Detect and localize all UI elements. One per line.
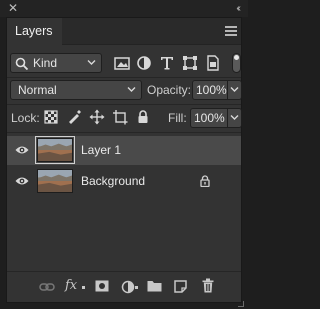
chevron-down-icon [230, 87, 239, 92]
chevron-down-icon [87, 60, 96, 65]
layer-name[interactable]: Background [81, 174, 145, 188]
resize-handle[interactable] [238, 301, 244, 307]
lock-artboard-icon[interactable] [112, 109, 128, 125]
collapse-panel-icon[interactable]: ‹‹ [236, 2, 240, 15]
window-titlebar: ✕ ‹‹ [0, 0, 248, 17]
filter-kind-label: Kind [33, 56, 58, 70]
layer-style-icon[interactable]: fx [65, 278, 77, 293]
new-layer-icon[interactable] [174, 280, 187, 293]
layer-name[interactable]: Layer 1 [81, 143, 121, 157]
filter-toggle[interactable] [232, 53, 241, 73]
blend-mode-value: Normal [18, 83, 57, 97]
layer-lock-icon[interactable] [200, 175, 210, 187]
group-folder-icon[interactable] [147, 280, 162, 292]
chevron-down-icon [230, 115, 239, 120]
layer-row[interactable]: Background [7, 167, 241, 196]
fill-label: Fill: [168, 111, 187, 125]
opacity-input[interactable]: 100% [192, 80, 228, 100]
lock-image-pixels-icon[interactable] [66, 109, 82, 125]
blend-mode-select[interactable]: Normal [10, 80, 142, 100]
panel-menu-icon[interactable] [225, 26, 237, 36]
image-filter-icon[interactable] [113, 54, 131, 72]
opacity-dropdown[interactable] [228, 80, 242, 100]
lock-transparent-pixels-icon[interactable] [43, 109, 59, 125]
divider [7, 104, 241, 105]
fill-dropdown[interactable] [228, 108, 242, 128]
trash-icon[interactable] [202, 278, 214, 293]
blend-row: Normal Opacity: 100% [7, 79, 242, 101]
lock-all-icon[interactable] [135, 109, 151, 125]
dropdown-indicator-icon [82, 286, 85, 289]
dropdown-indicator-icon [135, 286, 138, 289]
opacity-label: Opacity: [147, 83, 192, 97]
adjustment-layer-icon[interactable] [121, 280, 135, 294]
layers-list: Layer 1 Background [7, 133, 241, 271]
fill-input[interactable]: 100% [190, 108, 228, 128]
type-filter-icon[interactable] [158, 54, 176, 72]
visibility-eye-icon[interactable] [15, 145, 29, 155]
link-layers-icon[interactable] [39, 282, 55, 292]
visibility-eye-icon[interactable] [15, 176, 29, 186]
layer-mask-icon[interactable] [95, 280, 109, 292]
panel-tab-bar: Layers [7, 18, 241, 45]
chevron-down-icon [127, 87, 136, 92]
adjustment-filter-icon[interactable] [135, 54, 153, 72]
layers-panel: Layers Kind Normal Opacity: 100% Lock: F… [6, 17, 242, 303]
lock-label: Lock: [11, 111, 40, 125]
close-icon[interactable]: ✕ [8, 2, 18, 15]
divider [7, 77, 241, 78]
layer-thumbnail [35, 136, 75, 164]
layer-filter-row: Kind [7, 52, 241, 74]
tab-layers[interactable]: Layers [7, 18, 62, 45]
layer-row[interactable]: Layer 1 [7, 136, 241, 165]
lock-position-icon[interactable] [89, 109, 105, 125]
shape-filter-icon[interactable] [181, 54, 199, 72]
layers-footer-toolbar: fx [7, 271, 241, 302]
lock-row: Lock: Fill: 100% [7, 107, 242, 129]
layer-thumbnail [37, 169, 73, 193]
filter-kind-select[interactable]: Kind [10, 53, 102, 73]
search-icon [15, 57, 29, 70]
smart-object-filter-icon[interactable] [204, 54, 222, 72]
